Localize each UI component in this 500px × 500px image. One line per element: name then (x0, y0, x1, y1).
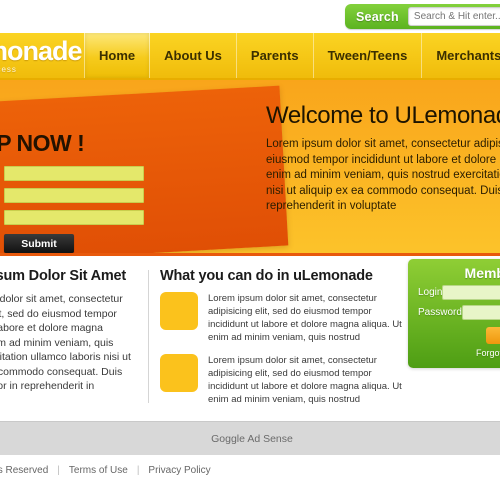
hero-copy-block: Welcome to ULemonade Lorem ipsum dolor s… (266, 102, 500, 215)
search-input[interactable] (407, 7, 500, 26)
footer-separator: | (57, 465, 60, 476)
privacy-policy-link[interactable]: Privacy Policy (148, 465, 210, 476)
yellow-rounded-square-icon (160, 292, 198, 330)
nav-item-parents[interactable]: Parents (237, 33, 314, 78)
members-login-input[interactable] (442, 285, 500, 300)
main-navigation-bar: ULemonade sweetens success Home About Us… (0, 33, 500, 80)
ad-banner[interactable]: Goggle Ad Sense (0, 421, 500, 456)
form-row-full-name: Full Name (0, 166, 144, 181)
login-button[interactable]: Login (486, 326, 500, 344)
signup-promo-panel: SIGN UP NOW ! Full Name Email Password (0, 85, 289, 253)
middle-column-title: What you can do in uLemonade (160, 268, 373, 284)
members-password-input[interactable] (461, 305, 500, 320)
nav-item-home[interactable]: Home (84, 33, 151, 78)
hero-section: SIGN UP NOW ! Full Name Email Password (0, 80, 500, 253)
content-column-middle: What you can do in uLemonade Lorem ipsum… (160, 268, 402, 416)
nav-item-label: Tween/Teens (327, 48, 408, 63)
hero-body-text: Lorem ipsum dolor sit amet, consectetur … (266, 138, 500, 212)
hero-title: Welcome to ULemonade (266, 102, 500, 129)
search-module: Search (345, 4, 500, 29)
password-input[interactable] (4, 210, 144, 225)
signup-form: Full Name Email Password Submit (0, 166, 145, 253)
signup-promo-panel-content: SIGN UP NOW ! Full Name Email Password (0, 108, 280, 253)
page-root: Search ULemonade sweetens success Home A… (0, 0, 500, 500)
nav-item-label: Merchants (436, 48, 500, 63)
nav-item-about-us[interactable]: About Us (150, 33, 237, 78)
submit-button[interactable]: Submit (4, 234, 74, 253)
promo-headline: SIGN UP NOW ! (0, 130, 85, 156)
left-column-body: Lorem ipsum dolor sit amet, consectetur … (0, 293, 131, 392)
nav-item-merchants[interactable]: Merchants (422, 33, 500, 78)
members-row-login: Login (408, 285, 500, 305)
terms-of-use-link[interactable]: Terms of Use (69, 465, 128, 476)
nav-item-label: Parents (250, 48, 299, 63)
nav-item-tween-teens[interactable]: Tween/Teens (314, 33, 423, 78)
site-footer: 2007 All Rights Reserved | Terms of Use … (0, 455, 500, 500)
form-row-password: Password (0, 210, 144, 225)
email-input[interactable] (4, 188, 145, 203)
form-row-email: Email (0, 188, 145, 203)
content-column-left: Lorem Ipsum Dolor Sit Amet Lorem ipsum d… (0, 268, 131, 394)
site-logo[interactable]: ULemonade sweetens success (0, 37, 86, 75)
footer-links: 2007 All Rights Reserved | Terms of Use … (0, 455, 500, 476)
ad-banner-text: Goggle Ad Sense (211, 433, 293, 445)
left-column-title: Lorem Ipsum Dolor Sit Amet (0, 268, 127, 284)
yellow-rounded-square-icon (160, 354, 198, 392)
footer-separator: | (136, 465, 140, 476)
members-box-title: Members Login (464, 265, 500, 281)
forgot-password-link[interactable]: Forgot your password? (418, 348, 500, 358)
members-actions: Login Forgot your password? (408, 325, 500, 358)
nav-item-label: Home (99, 48, 136, 63)
top-utility-bar: Search (0, 0, 500, 33)
feature-item: Lorem ipsum dolor sit amet, consectetur … (160, 354, 402, 406)
feature-text: Lorem ipsum dolor sit amet, consectetur … (208, 293, 402, 343)
members-login-label: Login (418, 287, 443, 298)
full-name-input[interactable] (4, 166, 144, 181)
feature-item: Lorem ipsum dolor sit amet, consectetur … (160, 292, 402, 344)
column-divider (148, 270, 149, 403)
nav-list: Home About Us Parents Tween/Teens Mercha… (84, 33, 500, 78)
logo-tagline: sweetens success (0, 65, 17, 74)
feature-text: Lorem ipsum dolor sit amet, consectetur … (208, 355, 402, 405)
search-button[interactable]: Search (345, 10, 408, 24)
members-login-box: Members Login Login Password Login Forgo… (408, 259, 500, 368)
copyright-text: 2007 All Rights Reserved (0, 465, 49, 476)
members-row-password: Password (408, 305, 500, 325)
members-password-label: Password (418, 307, 462, 318)
logo-text: ULemonade (0, 36, 83, 66)
nav-item-label: About Us (164, 48, 222, 63)
